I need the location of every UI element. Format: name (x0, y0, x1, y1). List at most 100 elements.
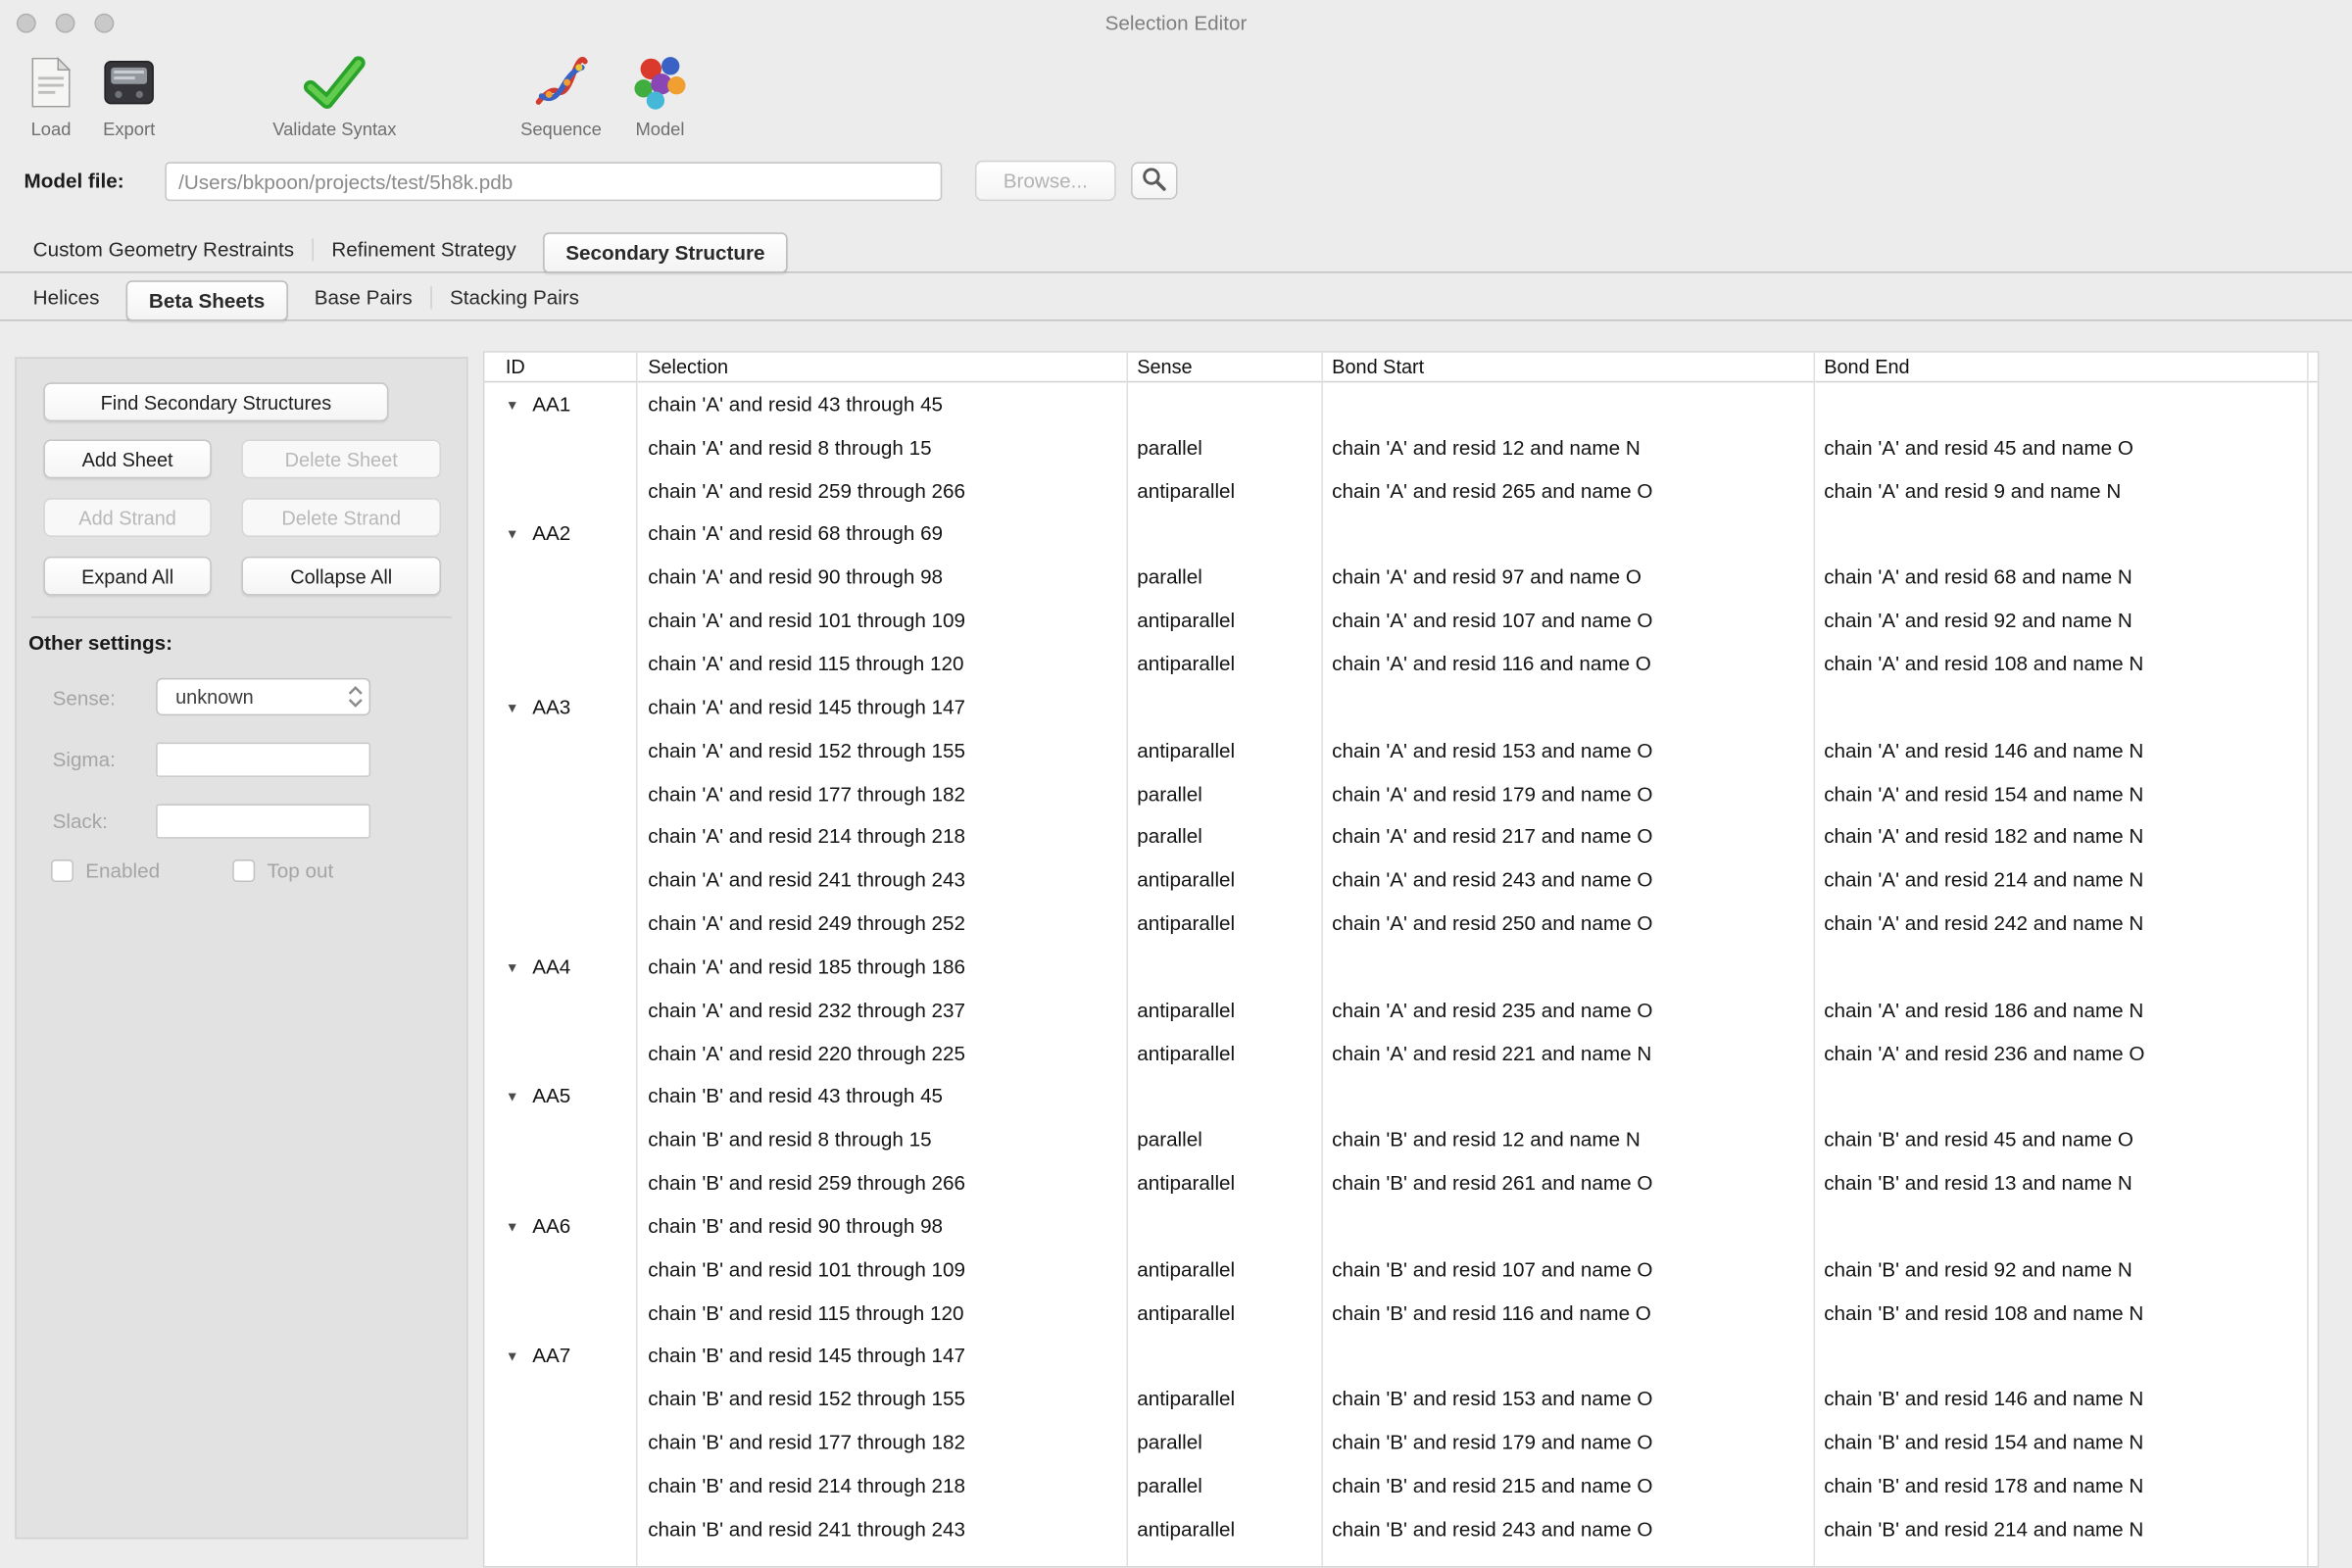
tab-refinement-strategy[interactable]: Refinement Strategy (314, 229, 534, 271)
table-row[interactable]: chain 'A' and resid 8 through 15parallel… (484, 425, 2317, 468)
cell-selection: chain 'A' and resid 8 through 15 (636, 436, 1127, 459)
table-row[interactable]: ▼AA7chain 'B' and resid 145 through 147 (484, 1335, 2317, 1378)
table-row[interactable]: chain 'A' and resid 90 through 98paralle… (484, 556, 2317, 599)
table-row[interactable]: chain 'B' and resid 259 through 266antip… (484, 1161, 2317, 1204)
traffic-lights (17, 14, 114, 33)
sense-dropdown[interactable]: unknown (156, 678, 370, 715)
minimize-button[interactable] (56, 14, 75, 33)
tab-custom-geometry-restraints[interactable]: Custom Geometry Restraints (15, 229, 312, 271)
table-row[interactable]: chain 'A' and resid 115 through 120antip… (484, 642, 2317, 685)
table-row[interactable]: chain 'A' and resid 241 through 243antip… (484, 858, 2317, 902)
cell-bond-start: chain 'B' and resid 261 and name O (1321, 1172, 1813, 1195)
table-row[interactable]: ▼AA5chain 'B' and resid 43 through 45 (484, 1075, 2317, 1118)
table-row[interactable]: ▼AA1chain 'A' and resid 43 through 45 (484, 382, 2317, 425)
validate-syntax-button[interactable]: Validate Syntax (252, 48, 416, 139)
table-row[interactable]: ▼AA4chain 'A' and resid 185 through 186 (484, 945, 2317, 988)
cell-selection: chain 'A' and resid 43 through 45 (636, 393, 1127, 416)
delete-sheet-button[interactable]: Delete Sheet (241, 439, 441, 478)
cell-sense: parallel (1126, 782, 1321, 805)
table-row[interactable]: ▼AA6chain 'B' and resid 90 through 98 (484, 1204, 2317, 1248)
sheet-table-body: ▼AA1chain 'A' and resid 43 through 45cha… (484, 382, 2317, 1567)
subtab-helices[interactable]: Helices (15, 277, 117, 319)
model-file-row: Model file: Browse... (0, 153, 2352, 224)
document-icon (27, 48, 75, 117)
molecule-spheres-icon (630, 48, 690, 117)
table-row[interactable]: ▼AA2chain 'A' and resid 68 through 69 (484, 513, 2317, 556)
toolbar-item-label: Export (103, 119, 155, 139)
cell-id: ▼AA4 (484, 956, 636, 978)
collapse-all-button[interactable]: Collapse All (241, 557, 441, 596)
column-header-spacer (2307, 353, 2318, 381)
column-header-selection[interactable]: Selection (636, 353, 1127, 381)
table-row[interactable]: chain 'A' and resid 214 through 218paral… (484, 815, 2317, 858)
close-button[interactable] (17, 14, 36, 33)
table-row[interactable]: chain 'B' and resid 8 through 15parallel… (484, 1118, 2317, 1161)
disclosure-triangle-icon[interactable]: ▼ (506, 1219, 519, 1234)
subtab-beta-sheets[interactable]: Beta Sheets (126, 280, 287, 320)
cell-selection: chain 'A' and resid 185 through 186 (636, 956, 1127, 978)
model-button[interactable]: Model (618, 48, 703, 139)
search-button[interactable] (1131, 162, 1177, 199)
load-button[interactable]: Load (15, 48, 86, 139)
disclosure-triangle-icon[interactable]: ▼ (506, 1349, 519, 1364)
cell-bond-start: chain 'A' and resid 235 and name O (1321, 999, 1813, 1021)
disclosure-triangle-icon[interactable]: ▼ (506, 701, 519, 715)
cell-selection: chain 'B' and resid 152 through 155 (636, 1388, 1127, 1410)
disclosure-triangle-icon[interactable]: ▼ (506, 959, 519, 974)
cell-bond-end: chain 'B' and resid 178 and name N (1814, 1475, 2308, 1497)
enabled-checkbox[interactable] (51, 859, 74, 882)
sigma-input[interactable] (156, 743, 370, 777)
table-row[interactable]: chain 'A' and resid 259 through 266antip… (484, 469, 2317, 513)
sequence-strand-icon (529, 48, 592, 117)
cell-sense: antiparallel (1126, 912, 1321, 935)
cell-selection: chain 'B' and resid 115 through 120 (636, 1301, 1127, 1324)
table-row[interactable]: chain 'A' and resid 220 through 225antip… (484, 1032, 2317, 1075)
table-row[interactable]: chain 'B' and resid 177 through 182paral… (484, 1421, 2317, 1464)
model-file-input[interactable] (165, 162, 942, 201)
browse-button[interactable]: Browse... (975, 161, 1116, 201)
cell-sense: parallel (1126, 436, 1321, 459)
cell-sense: antiparallel (1126, 1172, 1321, 1195)
slack-input[interactable] (156, 804, 370, 838)
table-row[interactable]: chain 'B' and resid 152 through 155antip… (484, 1378, 2317, 1421)
cell-id: ▼AA1 (484, 393, 636, 416)
table-row[interactable]: chain 'B' and resid 115 through 120antip… (484, 1291, 2317, 1334)
column-header-sense[interactable]: Sense (1126, 353, 1321, 381)
table-row[interactable]: chain 'A' and resid 232 through 237antip… (484, 988, 2317, 1031)
cell-bond-start: chain 'A' and resid 153 and name O (1321, 739, 1813, 761)
table-row[interactable]: chain 'A' and resid 177 through 182paral… (484, 772, 2317, 815)
table-row[interactable]: chain 'B' and resid 214 through 218paral… (484, 1464, 2317, 1507)
column-header-bond-start[interactable]: Bond Start (1321, 353, 1813, 381)
add-strand-button[interactable]: Add Strand (43, 498, 211, 537)
stepper-chevrons-icon[interactable] (342, 684, 369, 710)
disclosure-triangle-icon[interactable]: ▼ (506, 1090, 519, 1104)
column-header-bond-end[interactable]: Bond End (1814, 353, 2308, 381)
disclosure-triangle-icon[interactable]: ▼ (506, 397, 519, 412)
top-out-checkbox[interactable] (232, 859, 255, 882)
table-row[interactable]: chain 'B' and resid 241 through 243antip… (484, 1507, 2317, 1550)
table-row[interactable]: chain 'B' and resid 101 through 109antip… (484, 1248, 2317, 1291)
table-row[interactable]: ▼AA3chain 'A' and resid 145 through 147 (484, 685, 2317, 728)
expand-all-button[interactable]: Expand All (43, 557, 211, 596)
table-row[interactable]: chain 'A' and resid 101 through 109antip… (484, 599, 2317, 642)
delete-strand-button[interactable]: Delete Strand (241, 498, 441, 537)
cell-bond-end: chain 'A' and resid 236 and name O (1814, 1042, 2308, 1064)
cell-selection: chain 'A' and resid 232 through 237 (636, 999, 1127, 1021)
table-row[interactable]: chain 'A' and resid 152 through 155antip… (484, 728, 2317, 771)
tab-secondary-structure[interactable]: Secondary Structure (543, 232, 787, 272)
cell-selection: chain 'B' and resid 214 through 218 (636, 1475, 1127, 1497)
table-row[interactable]: chain 'A' and resid 249 through 252antip… (484, 902, 2317, 945)
subtab-base-pairs[interactable]: Base Pairs (296, 277, 430, 319)
zoom-button[interactable] (94, 14, 114, 33)
controls-panel: Find Secondary Structures Add Sheet Dele… (15, 357, 467, 1539)
cell-selection: chain 'B' and resid 90 through 98 (636, 1215, 1127, 1238)
disclosure-triangle-icon[interactable]: ▼ (506, 527, 519, 542)
find-secondary-structures-button[interactable]: Find Secondary Structures (43, 382, 388, 421)
export-button[interactable]: Export (87, 48, 172, 139)
add-sheet-button[interactable]: Add Sheet (43, 439, 211, 478)
sequence-button[interactable]: Sequence (510, 48, 612, 139)
subtab-stacking-pairs[interactable]: Stacking Pairs (432, 277, 598, 319)
column-header-id[interactable]: ID (484, 353, 636, 381)
divider (31, 616, 452, 618)
cell-bond-start: chain 'A' and resid 250 and name O (1321, 912, 1813, 935)
